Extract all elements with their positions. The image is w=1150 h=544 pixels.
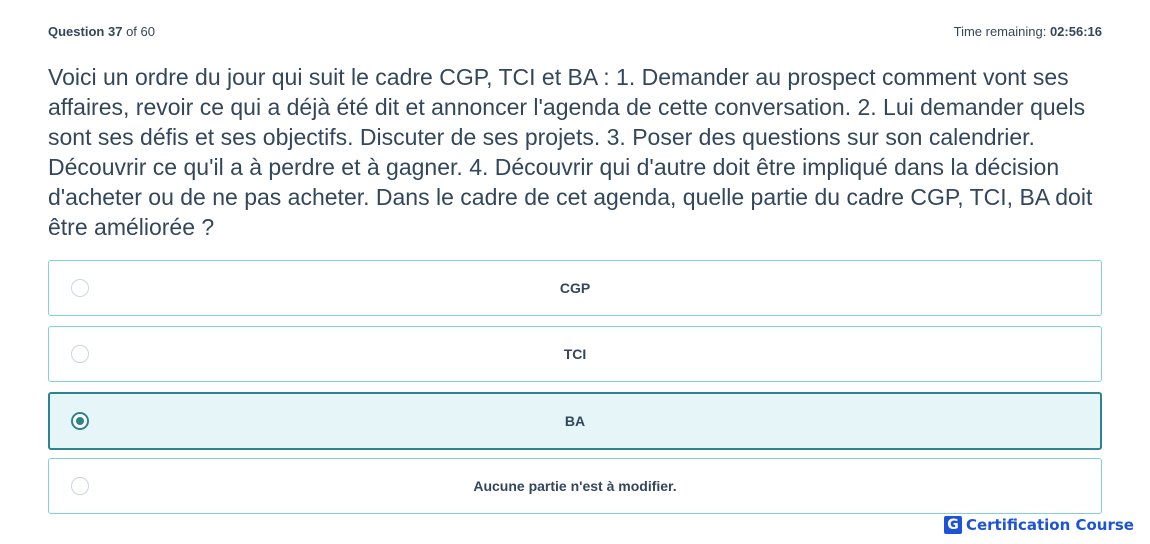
time-value: 02:56:16 — [1049, 24, 1102, 39]
answer-option-1[interactable]: CGP — [48, 260, 1102, 316]
question-number: 37 — [107, 24, 123, 39]
time-label: Time remaining: — [953, 24, 1047, 39]
answer-options: CGP TCI BA Aucune partie n'est à modifie… — [48, 260, 1102, 524]
question-label: Question — [48, 24, 105, 39]
question-total: of 60 — [126, 24, 155, 39]
top-bar: Question 37 of 60 Time remaining: 02:56:… — [48, 24, 1102, 42]
time-remaining: Time remaining: 02:56:16 — [954, 24, 1102, 39]
brand-logo: G Certification Course — [943, 516, 1134, 534]
answer-label: CGP — [559, 280, 591, 296]
question-counter: Question 37 of 60 — [48, 24, 155, 39]
question-text: Voici un ordre du jour qui suit le cadre… — [48, 64, 1093, 240]
answer-option-3[interactable]: BA — [48, 392, 1102, 450]
answer-label: BA — [564, 413, 586, 429]
answer-label: Aucune partie n'est à modifier. — [473, 478, 677, 494]
brand-name: Certification Course — [965, 516, 1134, 534]
answer-option-4[interactable]: Aucune partie n'est à modifier. — [48, 458, 1102, 514]
answer-option-2[interactable]: TCI — [48, 326, 1102, 382]
brand-g-icon: G — [943, 516, 962, 534]
answer-label: TCI — [563, 346, 587, 362]
